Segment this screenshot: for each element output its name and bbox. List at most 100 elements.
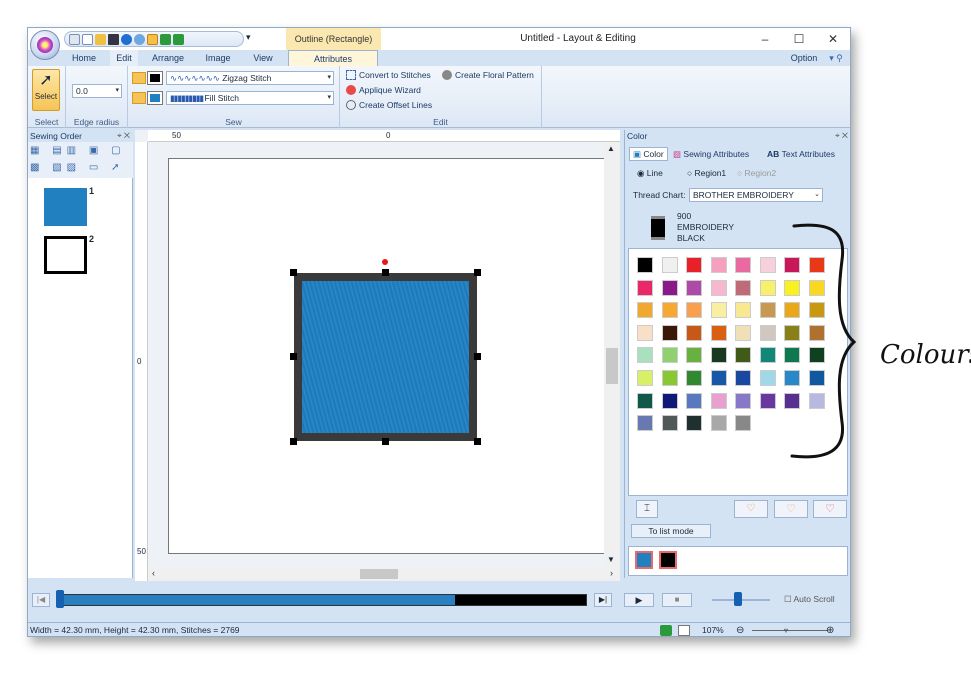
color-swatch[interactable]: [661, 415, 678, 432]
color-swatch[interactable]: [710, 302, 727, 319]
resize-handle[interactable]: [382, 269, 389, 276]
color-swatch[interactable]: [686, 324, 702, 341]
region-sew-icon[interactable]: [132, 92, 146, 104]
used-color-swatch[interactable]: [635, 551, 653, 569]
tab-arrange[interactable]: Arrange: [146, 50, 190, 66]
open-folder-icon[interactable]: [95, 33, 106, 45]
realistic-view-icon[interactable]: [678, 625, 690, 636]
tab-image[interactable]: Image: [198, 50, 238, 66]
horizontal-scrollbar[interactable]: ‹ ›: [148, 567, 620, 581]
scroll-left-icon[interactable]: ‹: [152, 568, 155, 578]
edge-radius-input[interactable]: 0.0 ▾: [72, 84, 122, 98]
heart-outline-icon[interactable]: ♡: [774, 500, 808, 518]
spinner-icon[interactable]: ▾: [115, 85, 119, 97]
color-swatch[interactable]: [661, 347, 678, 364]
color-swatch[interactable]: [686, 257, 702, 273]
speed-slider-thumb[interactable]: [734, 592, 742, 606]
play-button[interactable]: ▶: [624, 593, 654, 607]
rectangle-fill[interactable]: [302, 281, 469, 433]
scroll-right-icon[interactable]: ›: [610, 568, 613, 578]
color-swatch[interactable]: [710, 347, 727, 364]
select-button[interactable]: ➚ Select: [32, 69, 60, 111]
view-mode-icon[interactable]: [660, 625, 672, 636]
maximize-button[interactable]: ☐: [784, 28, 814, 50]
color-swatch[interactable]: [759, 302, 776, 319]
option-menu[interactable]: Option: [784, 50, 824, 66]
minimize-button[interactable]: –: [750, 28, 780, 50]
color-swatch[interactable]: [759, 370, 776, 386]
tab-color[interactable]: ▣ Color: [629, 147, 668, 161]
auto-scroll-checkbox[interactable]: ☐ Auto Scroll: [784, 594, 835, 605]
color-swatch[interactable]: [735, 279, 751, 296]
zoom-slider-thumb[interactable]: ▿: [784, 623, 788, 636]
sewing-item-2[interactable]: [44, 236, 87, 274]
color-swatch[interactable]: [710, 257, 727, 273]
rectangle-outline[interactable]: [294, 273, 477, 441]
radio-line[interactable]: ◉ Line: [637, 168, 663, 179]
embroidery-canvas[interactable]: [168, 158, 608, 554]
color-swatch[interactable]: [637, 347, 653, 364]
save-icon[interactable]: [108, 33, 119, 45]
color-swatch[interactable]: [686, 279, 702, 296]
tab-sewing-attributes[interactable]: ▨ Sewing Attributes: [673, 149, 749, 160]
color-swatch[interactable]: [686, 392, 702, 409]
color-swatch[interactable]: [710, 324, 727, 341]
tab-view[interactable]: View: [246, 50, 280, 66]
line-stitch-dropdown[interactable]: ∿∿∿∿∿∿∿ Zigzag Stitch ▾: [166, 71, 334, 85]
vertical-scrollbar[interactable]: ▲ ▼: [604, 142, 620, 567]
color-swatch[interactable]: [637, 415, 653, 432]
color-swatch[interactable]: [759, 324, 776, 341]
resize-handle[interactable]: [382, 438, 389, 445]
qat-customize-icon[interactable]: ▾: [246, 32, 251, 43]
create-offset-lines-button[interactable]: Create Offset Lines: [346, 100, 432, 110]
color-swatch[interactable]: [637, 257, 653, 273]
color-swatch[interactable]: [686, 415, 702, 432]
scroll-down-icon[interactable]: ▼: [607, 555, 615, 564]
used-color-swatch[interactable]: [659, 551, 677, 569]
color-swatch[interactable]: [735, 370, 751, 386]
redo-icon[interactable]: [173, 33, 184, 45]
color-swatch[interactable]: [759, 257, 776, 273]
color-swatch[interactable]: [637, 302, 653, 319]
resize-handle[interactable]: [474, 353, 481, 360]
order-tool-icons-row2[interactable]: ▩ ▧▨ ▭ ➚: [30, 162, 125, 173]
help-icon[interactable]: ▾ ⚲: [824, 50, 848, 66]
color-swatch[interactable]: [735, 257, 751, 273]
stitch-progress-bar[interactable]: [59, 594, 587, 606]
color-swatch[interactable]: [637, 324, 653, 341]
color-swatch[interactable]: [686, 302, 702, 319]
new-file-icon[interactable]: [82, 33, 93, 45]
horizontal-scroll-thumb[interactable]: [360, 569, 398, 579]
applique-wizard-button[interactable]: Applique Wizard: [346, 85, 421, 95]
region-color-swatch[interactable]: [147, 91, 163, 105]
applique-heart-icon[interactable]: ♡: [734, 500, 768, 518]
panel-close-icon[interactable]: ⌖ ✕: [835, 130, 848, 142]
color-swatch[interactable]: [637, 392, 653, 409]
color-swatch[interactable]: [735, 324, 751, 341]
color-swatch[interactable]: [710, 392, 727, 409]
color-swatch[interactable]: [637, 279, 653, 296]
tab-text-attributes[interactable]: AB Text Attributes: [767, 149, 835, 159]
resize-handle[interactable]: [290, 353, 297, 360]
color-swatch[interactable]: [686, 347, 702, 364]
color-swatch[interactable]: [686, 370, 702, 386]
color-swatch[interactable]: [710, 415, 727, 432]
to-list-mode-button[interactable]: To list mode: [631, 524, 711, 538]
color-swatch[interactable]: [735, 347, 751, 364]
application-menu-button[interactable]: [30, 30, 60, 60]
color-swatch[interactable]: [661, 302, 678, 319]
vertical-scroll-thumb[interactable]: [606, 348, 618, 384]
line-sew-icon[interactable]: [132, 72, 146, 84]
skip-forward-button[interactable]: ▶|: [594, 593, 612, 607]
progress-slider-thumb[interactable]: [56, 590, 64, 608]
thread-chart-dropdown[interactable]: BROTHER EMBROIDERY ⌄: [689, 188, 823, 202]
new-icon[interactable]: [69, 33, 80, 45]
resize-handle[interactable]: [474, 269, 481, 276]
preview-icon[interactable]: [147, 33, 158, 45]
zoom-out-icon[interactable]: ⊖: [736, 623, 744, 636]
hoop-icon[interactable]: ⌶: [636, 500, 658, 518]
color-swatch[interactable]: [661, 324, 678, 341]
line-color-swatch[interactable]: [147, 71, 163, 85]
color-swatch[interactable]: [735, 415, 751, 432]
send-icon[interactable]: [121, 33, 132, 45]
